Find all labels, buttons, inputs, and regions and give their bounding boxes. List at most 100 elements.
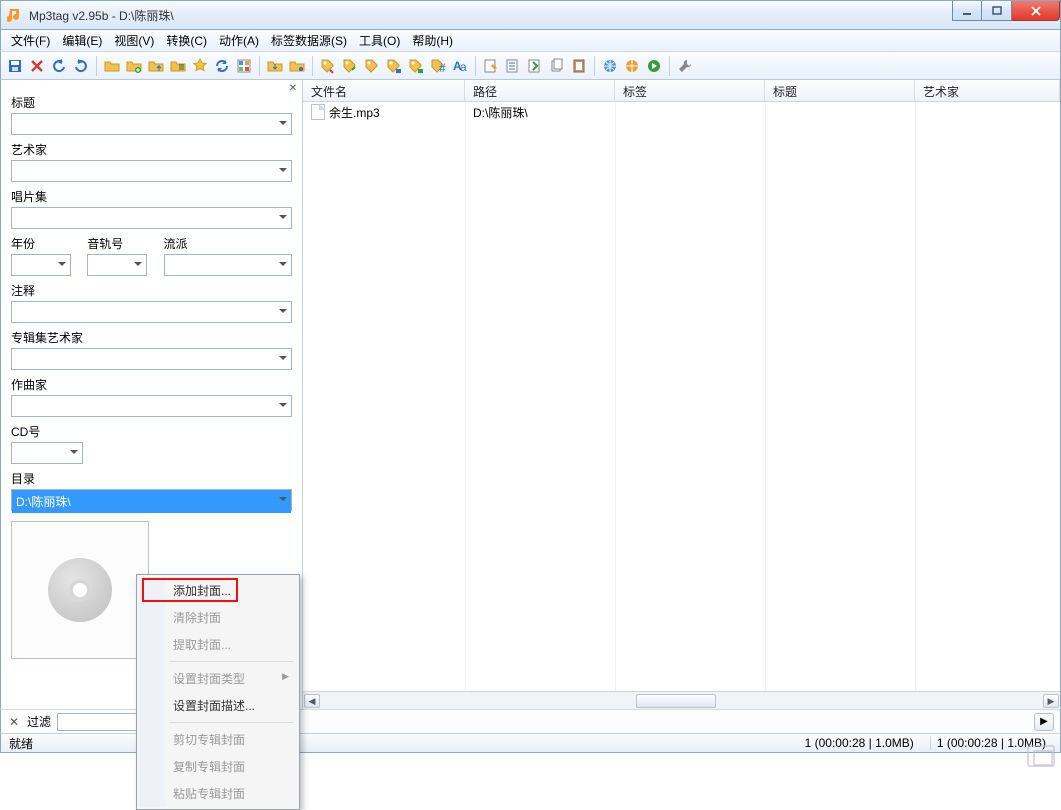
cell-artist <box>915 110 1060 114</box>
window-close-button[interactable] <box>1012 1 1060 21</box>
col-filename[interactable]: 文件名 <box>303 80 465 101</box>
ctx-cut-cover: 剪切专辑封面 <box>139 726 297 753</box>
refresh-icon[interactable] <box>212 56 232 76</box>
tag-filename-icon[interactable] <box>318 56 338 76</box>
web-source-icon[interactable] <box>600 56 620 76</box>
rename-icon[interactable] <box>481 56 501 76</box>
menu-convert[interactable]: 转换(C) <box>160 30 213 51</box>
export-icon[interactable] <box>265 56 285 76</box>
col-title[interactable]: 标题 <box>765 80 915 101</box>
file-list-header[interactable]: 文件名 路径 标签 标题 艺术家 <box>303 80 1060 102</box>
favorite-icon[interactable] <box>190 56 210 76</box>
web-source2-icon[interactable] <box>622 56 642 76</box>
actions-icon[interactable] <box>503 56 523 76</box>
ctx-add-cover[interactable]: 添加封面... <box>139 577 297 604</box>
field-discnumber[interactable] <box>11 442 83 464</box>
window-titlebar: Mp3tag v2.95b - D:\陈丽珠\ <box>0 0 1061 30</box>
menubar: 文件(F) 编辑(E) 视图(V) 转换(C) 动作(A) 标签数据源(S) 工… <box>0 30 1061 52</box>
read-tags-icon[interactable] <box>287 56 307 76</box>
ctx-paste-cover: 粘贴专辑封面 <box>139 780 297 807</box>
label-comment: 注释 <box>11 282 292 299</box>
window-maximize-button[interactable] <box>982 1 1012 21</box>
scroll-thumb[interactable] <box>636 694 716 708</box>
ctx-set-cover-type: 设置封面类型 <box>139 665 297 692</box>
status-count: 1 (00:00:28 | 1.0MB) <box>799 736 920 750</box>
copy-icon[interactable] <box>547 56 567 76</box>
ctx-copy-cover: 复制专辑封面 <box>139 753 297 780</box>
cell-tag <box>615 110 765 114</box>
menu-view[interactable]: 视图(V) <box>108 30 160 51</box>
field-album-artist[interactable] <box>11 348 292 370</box>
col-path[interactable]: 路径 <box>465 80 615 101</box>
cell-filename: 余生.mp3 <box>329 104 380 121</box>
redo-icon[interactable] <box>71 56 91 76</box>
undo-icon[interactable] <box>49 56 69 76</box>
autonumber-icon[interactable]: # <box>428 56 448 76</box>
filter-close-icon[interactable]: ✕ <box>7 715 21 729</box>
filename-tag-icon[interactable] <box>340 56 360 76</box>
svg-text:#: # <box>439 61 446 74</box>
field-year[interactable] <box>11 254 71 276</box>
label-album-artist: 专辑集艺术家 <box>11 329 292 346</box>
tag-tag-icon[interactable] <box>362 56 382 76</box>
app-icon <box>7 7 23 23</box>
status-selection: 1 (00:00:28 | 1.0MB) <box>930 736 1052 750</box>
ctx-clear-cover: 清除封面 <box>139 604 297 631</box>
folder-up-icon[interactable] <box>146 56 166 76</box>
field-genre[interactable] <box>164 254 293 276</box>
save-icon[interactable] <box>5 56 25 76</box>
label-year: 年份 <box>11 235 75 252</box>
field-title[interactable] <box>11 113 292 135</box>
field-artist[interactable] <box>11 160 292 182</box>
label-artist: 艺术家 <box>11 141 292 158</box>
col-tag[interactable]: 标签 <box>615 80 765 101</box>
paste-icon[interactable] <box>569 56 589 76</box>
label-album: 唱片集 <box>11 188 292 205</box>
cover-art-box[interactable] <box>11 521 149 659</box>
field-track[interactable] <box>87 254 147 276</box>
tag-text-icon[interactable] <box>406 56 426 76</box>
text-tag-icon[interactable] <box>384 56 404 76</box>
horizontal-scrollbar[interactable]: ◀ ▶ <box>303 691 1060 709</box>
window-minimize-button[interactable] <box>952 1 982 21</box>
scroll-left-icon[interactable]: ◀ <box>304 694 320 708</box>
field-album[interactable] <box>11 207 292 229</box>
filter-next-button[interactable]: ▶ <box>1034 713 1054 731</box>
label-composer: 作曲家 <box>11 376 292 393</box>
delete-icon[interactable] <box>27 56 47 76</box>
label-discnumber: CD号 <box>11 423 292 440</box>
cell-path: D:\陈丽珠\ <box>465 102 615 123</box>
ctx-extract-cover: 提取封面... <box>139 631 297 658</box>
playlist-icon[interactable] <box>168 56 188 76</box>
file-icon <box>311 104 325 120</box>
menu-edit[interactable]: 编辑(E) <box>56 30 108 51</box>
menu-file[interactable]: 文件(F) <box>5 30 56 51</box>
menu-tagsrc[interactable]: 标签数据源(S) <box>265 30 353 51</box>
label-title: 标题 <box>11 94 292 111</box>
options-icon[interactable] <box>234 56 254 76</box>
tools-icon[interactable] <box>675 56 695 76</box>
open-folder-icon[interactable] <box>102 56 122 76</box>
filter-label: 过滤 <box>27 713 51 730</box>
add-folder-icon[interactable] <box>124 56 144 76</box>
menu-actions[interactable]: 动作(A) <box>213 30 265 51</box>
col-artist[interactable]: 艺术家 <box>915 80 1060 101</box>
label-genre: 流派 <box>164 235 293 252</box>
play-icon[interactable] <box>644 56 664 76</box>
file-list-body[interactable]: 余生.mp3 D:\陈丽珠\ <box>303 102 1060 691</box>
quick-actions-icon[interactable] <box>525 56 545 76</box>
status-ready: 就绪 <box>9 735 33 752</box>
field-directory[interactable]: D:\陈丽珠\ <box>11 489 292 511</box>
case-icon[interactable]: Aa <box>450 56 470 76</box>
menu-tools[interactable]: 工具(O) <box>353 30 406 51</box>
field-composer[interactable] <box>11 395 292 417</box>
file-list: 文件名 路径 标签 标题 艺术家 余生.mp3 D:\陈丽珠\ ◀ ▶ <box>303 80 1060 709</box>
tag-panel-close-icon[interactable]: ✕ <box>286 82 300 96</box>
menu-help[interactable]: 帮助(H) <box>406 30 459 51</box>
svg-text:a: a <box>460 60 467 74</box>
scroll-right-icon[interactable]: ▶ <box>1043 694 1059 708</box>
file-row[interactable]: 余生.mp3 D:\陈丽珠\ <box>303 102 1060 122</box>
label-track: 音轨号 <box>87 235 151 252</box>
ctx-set-cover-desc[interactable]: 设置封面描述... <box>139 692 297 719</box>
field-comment[interactable] <box>11 301 292 323</box>
